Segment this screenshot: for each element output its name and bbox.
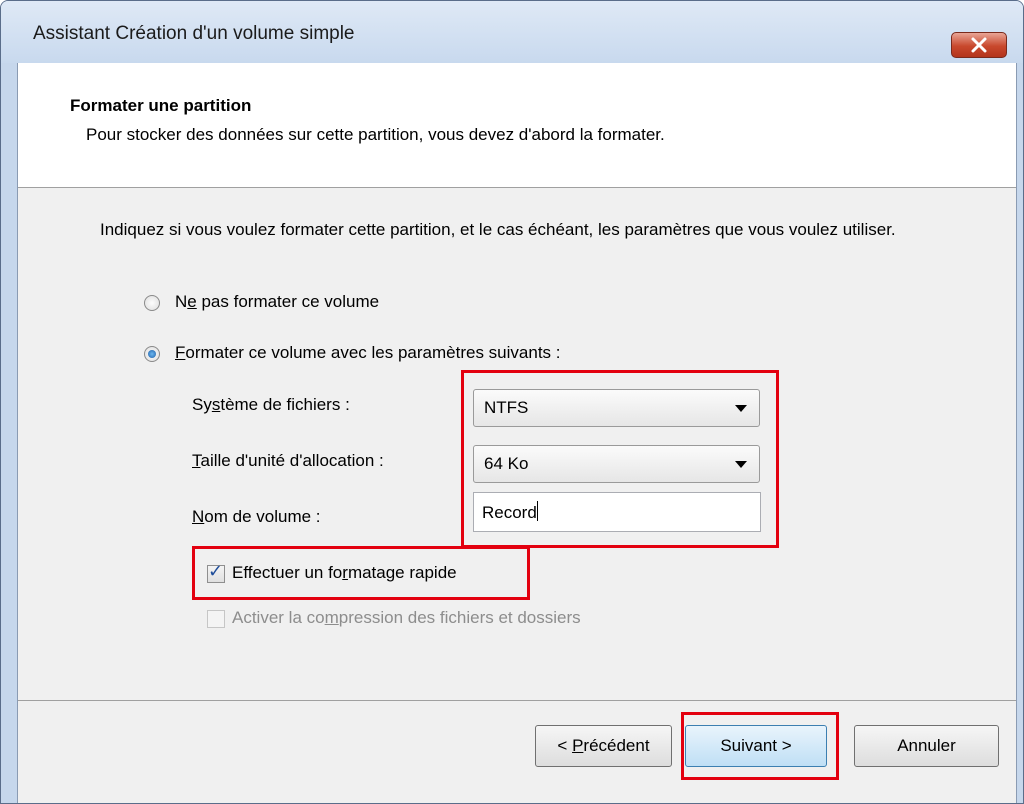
format-radio[interactable]	[144, 346, 160, 362]
no-format-label[interactable]: Ne pas formater ce volume	[175, 292, 379, 312]
page-subtitle: Pour stocker des données sur cette parti…	[86, 125, 665, 144]
page-header: Formater une partition Pour stocker des …	[18, 63, 1016, 188]
footer-divider	[18, 700, 1016, 701]
highlight-quick-format-box	[192, 546, 530, 600]
volume-name-label: Nom de volume :	[192, 507, 321, 526]
filesystem-label: Système de fichiers :	[192, 395, 350, 414]
page-title: Formater une partition	[70, 96, 252, 115]
highlight-settings-box	[461, 370, 779, 548]
wizard-window: Assistant Création d'un volume simple Fo…	[0, 0, 1024, 804]
compression-checkbox	[207, 610, 225, 628]
format-label[interactable]: Formater ce volume avec les paramètres s…	[175, 343, 561, 363]
allocation-label: Taille d'unité d'allocation :	[192, 451, 384, 470]
window-frame-left	[9, 63, 17, 803]
close-button[interactable]	[951, 32, 1007, 58]
close-icon	[971, 37, 987, 53]
compression-label: Activer la compression des fichiers et d…	[232, 608, 581, 627]
no-format-radio[interactable]	[144, 295, 160, 311]
intro-text: Indiquez si vous voulez formater cette p…	[100, 220, 896, 239]
cancel-button[interactable]: Annuler	[854, 725, 999, 767]
back-button[interactable]: < Précédent	[535, 725, 672, 767]
window-title: Assistant Création d'un volume simple	[33, 23, 355, 44]
next-button[interactable]: Suivant >	[685, 725, 827, 767]
wizard-page: Formater une partition Pour stocker des …	[17, 63, 1017, 803]
title-bar[interactable]: Assistant Création d'un volume simple	[1, 1, 1023, 63]
